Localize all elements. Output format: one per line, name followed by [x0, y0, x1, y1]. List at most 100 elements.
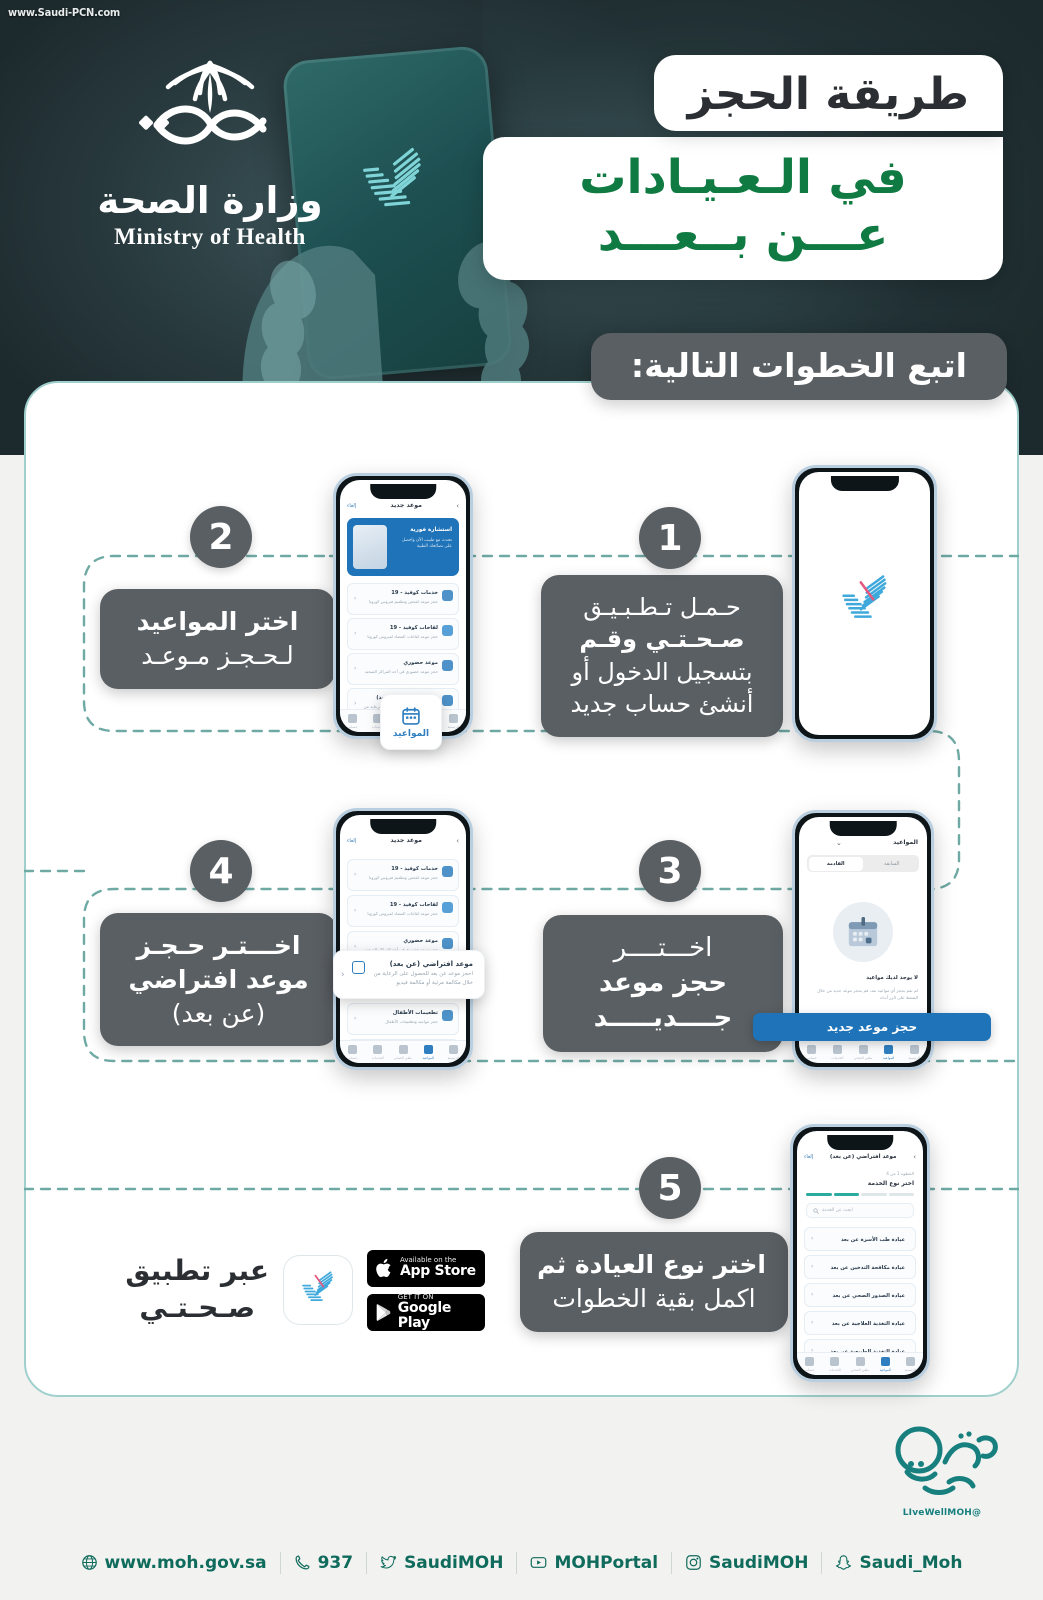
calendar-illustration-icon: [848, 917, 878, 947]
phone-tabbar[interactable]: الرئيسية المواعيد ملفي الصحي الخدمات حسا…: [340, 1040, 466, 1063]
phone-notch: [370, 484, 436, 499]
phone-tabbar[interactable]: الرئيسية المواعيد ملفي الصحي الخدمات حسا…: [799, 1040, 927, 1063]
virtual-visit-icon: [352, 961, 365, 974]
step-4-message: اخـــتـر حـجـز موعد افتراضي (عن بعد): [100, 913, 337, 1047]
title-line-3: عـــن بــعـــد: [597, 207, 889, 263]
clinic-row[interactable]: عيادة الصدور الصحي عن بعد ‹: [804, 1283, 916, 1307]
in-person-icon: [442, 938, 453, 949]
tab-upcoming[interactable]: القادمة: [808, 856, 863, 871]
phone-tabbar[interactable]: الرئيسية المواعيد ملفي الصحي الخدمات حسا…: [797, 1352, 923, 1375]
clinic-search-input[interactable]: ابحث عن الخدمة: [806, 1203, 914, 1218]
tab-health-file[interactable]: ملفي الصحي: [850, 1041, 876, 1063]
phone-screen-header: › موعد افتراضي (عن بعد) إلغاء: [797, 1148, 923, 1165]
chevron-left-icon: ‹: [811, 1235, 814, 1242]
apple-icon: [376, 1258, 391, 1277]
tab-home[interactable]: الرئيسية: [441, 710, 466, 732]
step-1-badge: 1: [639, 507, 701, 569]
instant-consult-banner[interactable]: استشارة فورية تحدث مع طبيب الآن واحصل عل…: [347, 518, 459, 576]
title-line-1: طريقة الحجز: [687, 69, 969, 120]
subtitle-text: اتبع الخطوات التالية:: [630, 346, 967, 385]
list-item[interactable]: لقاحات كوفيد - 19 حجز موعد لقاحات المضاد…: [347, 895, 459, 927]
list-item[interactable]: تطعيمات الأطفال حجز مواعيد وتطعيمات الأط…: [347, 1003, 459, 1035]
footer-item-twitter[interactable]: SaudiMOH: [367, 1553, 516, 1573]
clinic-name: عيادة التغذية العلاجية عن بعد: [831, 1321, 905, 1327]
list-item-title: خدمات كوفيد - 19: [391, 866, 438, 872]
phone-notch: [827, 1135, 893, 1150]
tab-home[interactable]: الرئيسية: [441, 1041, 466, 1063]
banner-subtitle: تحدث مع طبيب الآن واحصل على نصائحك الطبي…: [401, 538, 452, 550]
tab-account[interactable]: حسابي: [340, 1041, 365, 1063]
tab-account[interactable]: حسابي: [797, 1353, 822, 1375]
appointments-tabs[interactable]: السابقة القادمة: [807, 855, 919, 872]
tab-appointments[interactable]: المواعيد: [873, 1353, 898, 1375]
tab-health-file[interactable]: ملفي الصحي: [390, 1041, 415, 1063]
clinic-row[interactable]: عيادة التغذية العلاجية عن بعد ‹: [804, 1311, 916, 1335]
clinic-row[interactable]: عيادة طب الأسرة عن بعد ‹: [804, 1227, 916, 1251]
step-3-new-appointment-button[interactable]: حجز موعد جديد: [753, 1013, 991, 1041]
chevron-left-icon: ‹: [354, 595, 357, 602]
step-3-badge: 3: [639, 840, 701, 902]
cancel-link[interactable]: إلغاء: [347, 503, 356, 509]
tab-appointments[interactable]: المواعيد: [416, 1041, 441, 1063]
tab-appointments[interactable]: المواعيد: [876, 1041, 902, 1063]
list-item[interactable]: موعد حضوري حجز موعد حضوري في أحد المراكز…: [347, 653, 459, 685]
footer-item-phone[interactable]: 937: [281, 1553, 367, 1573]
store-text-line-2: صـحـتـي: [139, 1291, 256, 1324]
covid-icon: [442, 590, 453, 601]
vaccine-icon: [442, 625, 453, 636]
list-item[interactable]: لقاحات كوفيد - 19 حجز موعد لقاحات المضاد…: [347, 618, 459, 650]
tab-account[interactable]: حسابي: [799, 1041, 825, 1063]
footer-item-instagram[interactable]: SaudiMOH: [672, 1553, 821, 1573]
sehhaty-app-icon: [283, 1255, 353, 1325]
tab-health-file[interactable]: ملفي الصحي: [847, 1353, 872, 1375]
list-item[interactable]: خدمات كوفيد - 19 حجز موعد لفحص وتطعيم في…: [347, 859, 459, 891]
clinic-name: عيادة الصدور الصحي عن بعد: [832, 1293, 905, 1299]
store-badges: Available on the App Store GET IT ON Goo…: [367, 1249, 485, 1331]
clinic-row[interactable]: عيادة مكافحة التدخين عن بعد ‹: [804, 1255, 916, 1279]
footer-item-youtube[interactable]: MOHPortal: [517, 1553, 671, 1573]
tab-services[interactable]: الخدمات: [365, 1041, 390, 1063]
progress-bar: [806, 1193, 914, 1196]
list-item[interactable]: خدمات كوفيد - 19 حجز موعد لفحص وتطعيم في…: [347, 583, 459, 615]
footer-youtube-label: MOHPortal: [554, 1552, 659, 1573]
step-2-line-1: اختر المواعيد: [136, 607, 299, 636]
chevron-left-icon: ‹: [811, 1291, 814, 1298]
covid-icon: [442, 866, 453, 877]
tab-services[interactable]: الخدمات: [822, 1353, 847, 1375]
cancel-link[interactable]: إلغاء: [804, 1154, 813, 1160]
step-2-message: اختر المواعيد لـحـجـز مـوعـد: [100, 589, 335, 689]
phone-notch: [830, 476, 899, 491]
livewell-handle: @LIveWellMOH: [902, 1508, 982, 1518]
back-chevron-icon[interactable]: ›: [456, 837, 459, 845]
ministry-name-ar: وزارة الصحة: [97, 179, 323, 222]
chevron-down-icon[interactable]: ⌄: [836, 839, 842, 847]
back-chevron-icon[interactable]: ›: [913, 1153, 916, 1161]
tab-home[interactable]: الرئيسية: [898, 1353, 923, 1375]
footer-website-label: www.moh.gov.sa: [104, 1552, 267, 1573]
footer-snapchat-label: Saudi_Moh: [859, 1552, 963, 1573]
google-play-badge[interactable]: GET IT ON Google Play: [367, 1293, 485, 1331]
footer-item-website[interactable]: www.moh.gov.sa: [68, 1553, 280, 1573]
tab-home[interactable]: الرئيسية: [901, 1041, 927, 1063]
phone-screen-header: المواعيد ⌄: [799, 834, 927, 851]
step-1-phone-screen: [799, 472, 930, 735]
tab-account[interactable]: حسابي: [340, 710, 365, 732]
tab-past[interactable]: السابقة: [865, 855, 920, 872]
screen-title: موعد جديد: [390, 837, 422, 844]
chevron-left-icon: ‹: [354, 871, 357, 878]
app-download-section: Available on the App Store GET IT ON Goo…: [65, 1235, 485, 1345]
chevron-left-icon: ‹: [354, 665, 357, 672]
chevron-left-icon: ‹: [354, 943, 357, 950]
chevron-left-icon: ‹: [354, 700, 357, 707]
app-store-badge[interactable]: Available on the App Store: [367, 1249, 485, 1287]
step-1-message: حـمـل تـطـبـيـق صـحـتـي وقـم بتسجيل الدخ…: [541, 575, 783, 737]
step-2-badge: 2: [190, 506, 252, 568]
cancel-link[interactable]: إلغاء: [347, 838, 356, 844]
banner-title: استشارة فورية: [410, 527, 452, 533]
step-4-line-3: (عن بعد): [171, 998, 266, 1028]
tab-services[interactable]: الخدمات: [825, 1041, 851, 1063]
ministry-name-en: Ministry of Health: [114, 223, 306, 249]
footer-item-snapchat[interactable]: Saudi_Moh: [822, 1553, 975, 1573]
back-chevron-icon[interactable]: ›: [456, 502, 459, 510]
step-4-line-2: موعد افتراضي: [128, 964, 309, 994]
